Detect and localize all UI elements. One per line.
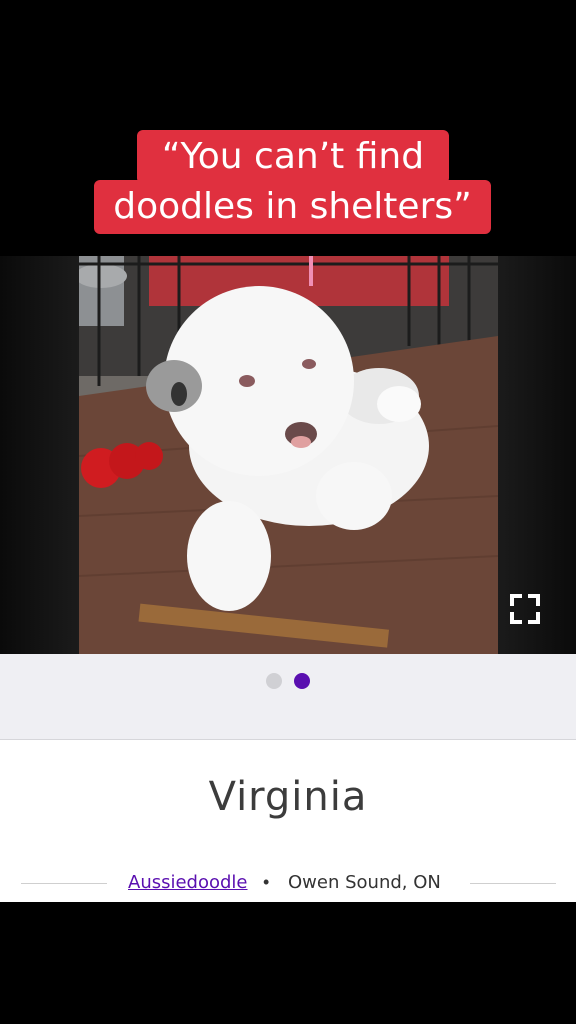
caption-line-2: doodles in shelters” — [94, 180, 491, 234]
photo-gallery[interactable] — [0, 256, 576, 654]
pet-location: Owen Sound, ON — [288, 872, 441, 893]
puppy-illustration — [79, 256, 498, 654]
pet-info-card: Virginia Aussiedoodle • Owen Sound, ON — [0, 740, 576, 902]
pet-meta-row: Aussiedoodle • Owen Sound, ON — [0, 870, 576, 894]
expand-fullscreen-icon[interactable] — [508, 592, 542, 626]
pet-name: Virginia — [208, 774, 368, 820]
meta-separator: • — [263, 872, 270, 892]
puppy-photo[interactable] — [79, 256, 498, 654]
breed-link[interactable]: Aussiedoodle — [128, 872, 248, 893]
divider-left — [21, 883, 107, 884]
pagination-dot-1[interactable] — [266, 673, 282, 689]
divider-right — [470, 883, 556, 884]
gallery-pagination — [0, 654, 576, 740]
caption-line-1: “You can’t find — [137, 130, 449, 184]
pagination-dot-2-active[interactable] — [294, 673, 310, 689]
previous-photo-peek[interactable] — [0, 256, 79, 654]
